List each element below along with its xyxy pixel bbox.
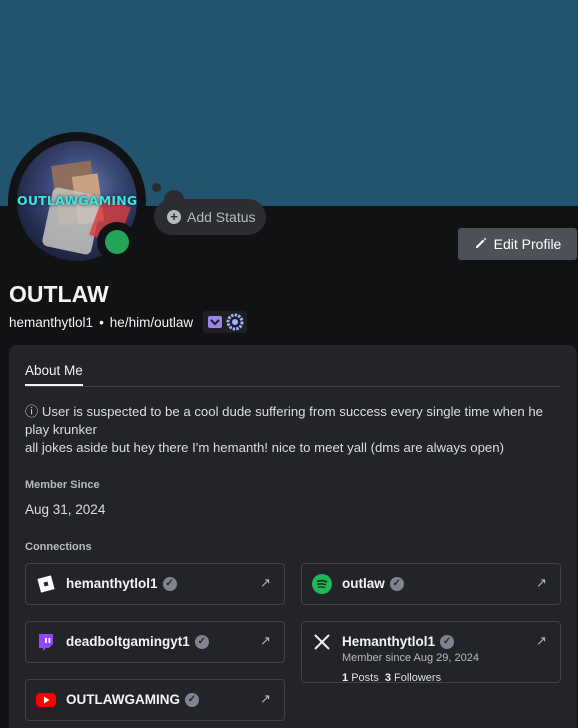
bio-line: all jokes aside but hey there I'm hemant…	[25, 440, 504, 455]
username: hemanthytlol1	[9, 314, 94, 330]
hypesquad-icon[interactable]	[206, 313, 224, 331]
connection-name: OUTLAWGAMING ✓	[66, 692, 199, 707]
youtube-icon	[36, 690, 56, 710]
tab-bar: About Me	[25, 361, 560, 387]
connections-heading: Connections	[25, 541, 92, 553]
external-link-icon[interactable]: ↗	[260, 691, 274, 706]
connection-name-text: OUTLAWGAMING	[66, 692, 180, 707]
connection-name: Hemanthytlol1 ✓	[342, 634, 455, 649]
connection-name-text: outlaw	[342, 576, 385, 591]
active-developer-icon[interactable]	[226, 313, 244, 331]
connection-name: deadboltgamingyt1 ✓	[66, 634, 209, 649]
connection-x[interactable]: Hemanthytlol1 ✓ Member since Aug 29, 202…	[301, 621, 561, 684]
connection-youtube[interactable]: OUTLAWGAMING ✓ ↗	[25, 679, 285, 721]
bio-line: ⓘ User is suspected to be a cool dude su…	[25, 404, 543, 437]
connection-spotify[interactable]: outlaw ✓ ↗	[301, 563, 561, 605]
online-status-icon	[105, 230, 129, 254]
display-name: OUTLAW	[9, 281, 109, 307]
connection-name-text: Hemanthytlol1	[342, 634, 436, 649]
posts-count: 1	[342, 672, 349, 684]
roblox-icon	[36, 574, 56, 594]
verified-icon: ✓	[162, 576, 177, 591]
bio-text: ⓘ User is suspected to be a cool dude su…	[25, 403, 555, 457]
username-line: hemanthytlol1 • he/him/outlaw	[9, 311, 248, 333]
external-link-icon[interactable]: ↗	[536, 633, 550, 648]
connection-twitch[interactable]: deadboltgamingyt1 ✓ ↗	[25, 621, 285, 663]
edit-profile-button[interactable]: Edit Profile	[458, 228, 577, 260]
avatar-text: OUTLAWGAMING	[17, 193, 137, 208]
external-link-icon[interactable]: ↗	[260, 633, 274, 648]
followers-count: 3	[384, 672, 391, 684]
external-link-icon[interactable]: ↗	[536, 575, 550, 590]
connection-name: hemanthytlol1 ✓	[66, 576, 177, 591]
pronouns: he/him/outlaw	[109, 314, 194, 330]
verified-icon: ✓	[185, 692, 199, 707]
twitch-icon	[36, 632, 56, 652]
edit-profile-label: Edit Profile	[493, 236, 562, 252]
pencil-icon	[474, 236, 488, 253]
connection-name-text: deadboltgamingyt1	[66, 634, 190, 649]
status-bubble-dot	[152, 183, 161, 192]
profile-card: About Me ⓘ User is suspected to be a coo…	[9, 345, 577, 728]
plus-circle-icon: +	[167, 210, 181, 224]
separator-dot: •	[99, 314, 104, 330]
x-icon	[312, 632, 332, 652]
connection-roblox[interactable]: hemanthytlol1 ✓ ↗	[25, 563, 285, 605]
member-since-heading: Member Since	[25, 479, 100, 491]
connection-name: outlaw ✓	[342, 576, 404, 591]
spotify-icon	[312, 574, 332, 594]
add-status-button[interactable]: + Add Status	[154, 199, 266, 235]
tab-about-me[interactable]: About Me	[25, 363, 83, 386]
external-link-icon[interactable]: ↗	[260, 575, 274, 590]
member-since-date: Aug 31, 2024	[25, 502, 106, 517]
connection-name-text: hemanthytlol1	[66, 576, 158, 591]
verified-icon: ✓	[194, 634, 209, 649]
add-status-label: Add Status	[187, 209, 256, 225]
followers-label: Followers	[394, 672, 442, 684]
posts-label: Posts	[351, 672, 379, 684]
verified-icon: ✓	[389, 576, 404, 591]
badge-list	[203, 311, 248, 333]
verified-icon: ✓	[440, 634, 455, 649]
connection-member-since: Member since Aug 29, 2024	[342, 652, 479, 664]
connection-stats: 1 Posts 3 Followers	[342, 672, 441, 684]
